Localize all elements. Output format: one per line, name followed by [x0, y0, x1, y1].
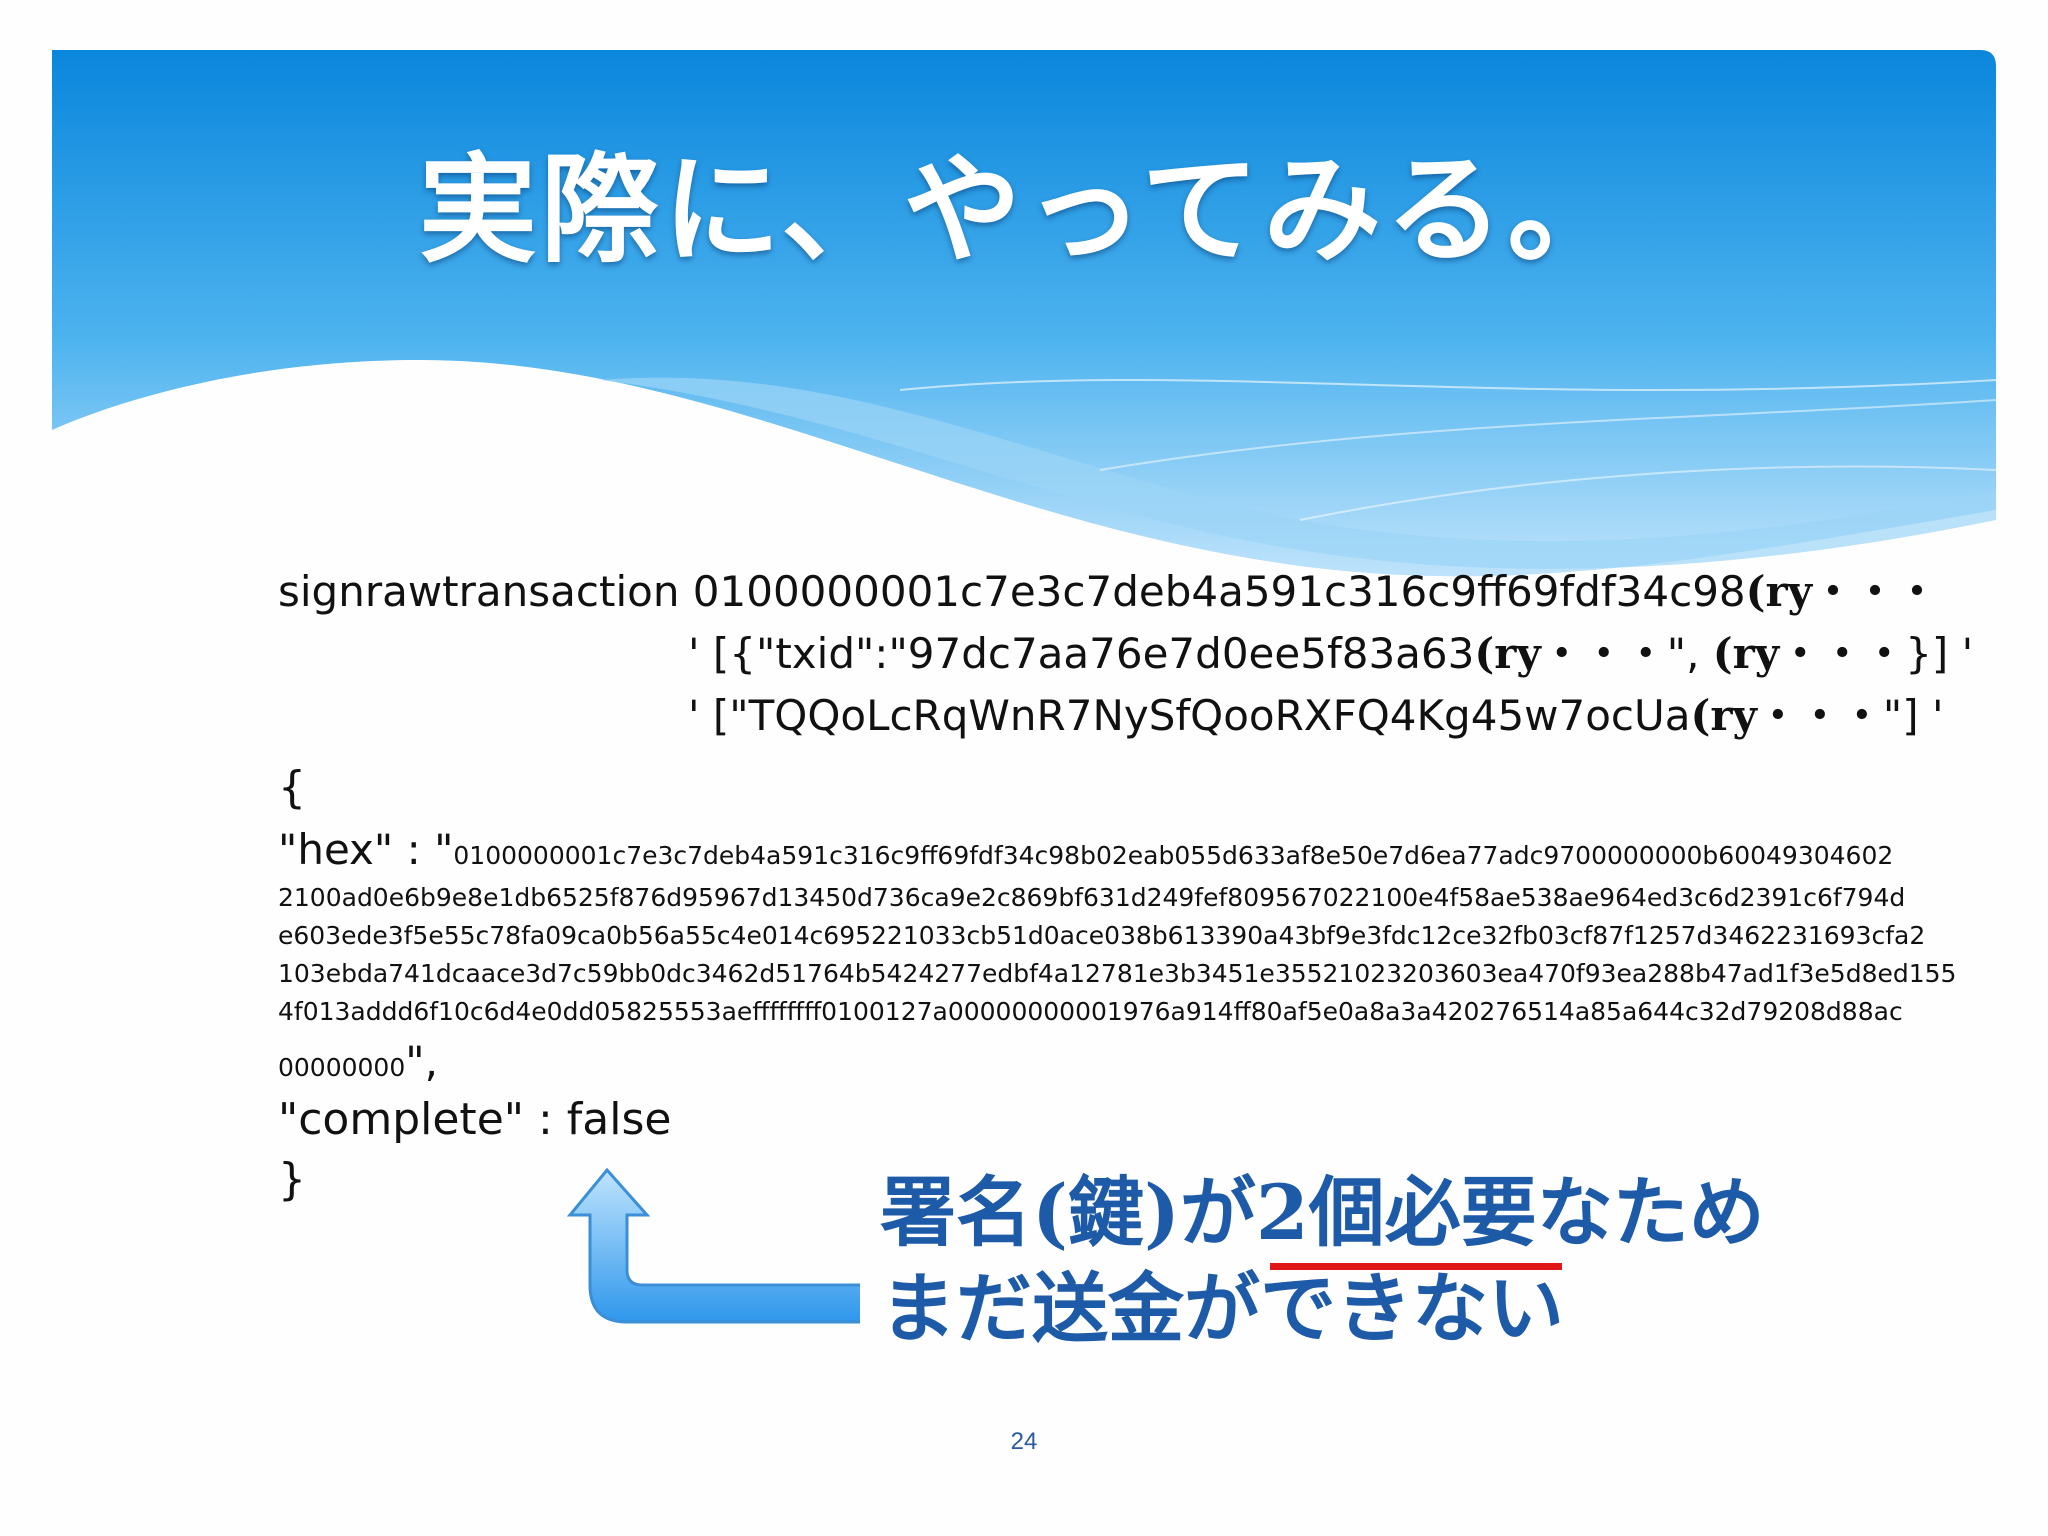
hex-line: "hex" : "0100000001c7e3c7deb4a591c316c9f… [278, 820, 1893, 886]
emphasis-underline [1270, 1263, 1562, 1270]
txid-ellipsis: (ry・・・ [1474, 629, 1667, 678]
command-line: signrawtransaction 0100000001c7e3c7deb4a… [278, 562, 1938, 622]
page-number: 24 [1010, 1428, 1038, 1455]
hex-value-line-5: 4f013addd6f10c6d4e0dd05825553aeffffffff0… [278, 997, 1903, 1026]
hex-value-line-3: e603ede3f5e55c78fa09ca0b56a55c4e014c6952… [278, 921, 1926, 950]
hex-value-tail: 00000000 [278, 1053, 406, 1082]
argument-txid-line: ' [{"txid":"97dc7aa76e7d0ee5f83a63(ry・・・… [688, 624, 1973, 684]
txid-ellipsis-2: (ry・・・ [1712, 629, 1906, 678]
note-line-1: 署名(鍵)が2個必要なため [880, 1165, 1765, 1261]
hex-value-line-4: 103ebda741dcaace3d7c59bb0dc3462d51764b54… [278, 959, 1957, 988]
note-text: 署名(鍵)が2個必要なため まだ送金ができない [880, 1165, 1765, 1357]
hex-value-line-2: 2100ad0e6b9e8e1db6525f876d95967d13450d73… [278, 883, 1906, 912]
note-line-1-c: なため [1536, 1168, 1765, 1257]
hex-value-line-6: 00000000", [278, 1041, 438, 1086]
argument-key-line: ' ["TQQoLcRqWnR7NySfQooRXFQ4Kg45w7ocUa(r… [688, 686, 1944, 746]
slide: 実際に、やってみる。 signrawtransaction 0100000001… [0, 0, 2048, 1536]
key-suffix: "] ' [1882, 691, 1944, 740]
hex-value-line-1: 0100000001c7e3c7deb4a591c316c9ff69fdf34c… [453, 841, 1894, 870]
note-line-2: まだ送金ができない [880, 1264, 1564, 1353]
open-brace: { [278, 762, 306, 813]
txid-text: ' [{"txid":"97dc7aa76e7d0ee5f83a63 [688, 629, 1475, 678]
hex-key: "hex" : " [278, 825, 454, 874]
key-ellipsis: (ry・・・ [1690, 691, 1883, 740]
key-text: ' ["TQQoLcRqWnR7NySfQooRXFQ4Kg45w7ocUa [688, 691, 1691, 740]
command-text: signrawtransaction 0100000001c7e3c7deb4a… [278, 567, 1746, 616]
note-line-1-emphasis: 2個必要 [1255, 1168, 1537, 1257]
up-arrow-icon [566, 1167, 860, 1324]
note-line-1-a: 署名(鍵)が [880, 1168, 1256, 1257]
hex-end: ", [405, 1037, 438, 1086]
command-ellipsis: (ry・・・ [1745, 567, 1939, 616]
txid-mid: ", [1666, 629, 1713, 678]
complete-line: "complete" : false [278, 1094, 672, 1145]
header-wave-background [52, 50, 1997, 577]
txid-suffix: }] ' [1905, 629, 1974, 678]
close-brace: } [278, 1154, 306, 1205]
slide-title: 実際に、やってみる。 [418, 140, 1630, 279]
